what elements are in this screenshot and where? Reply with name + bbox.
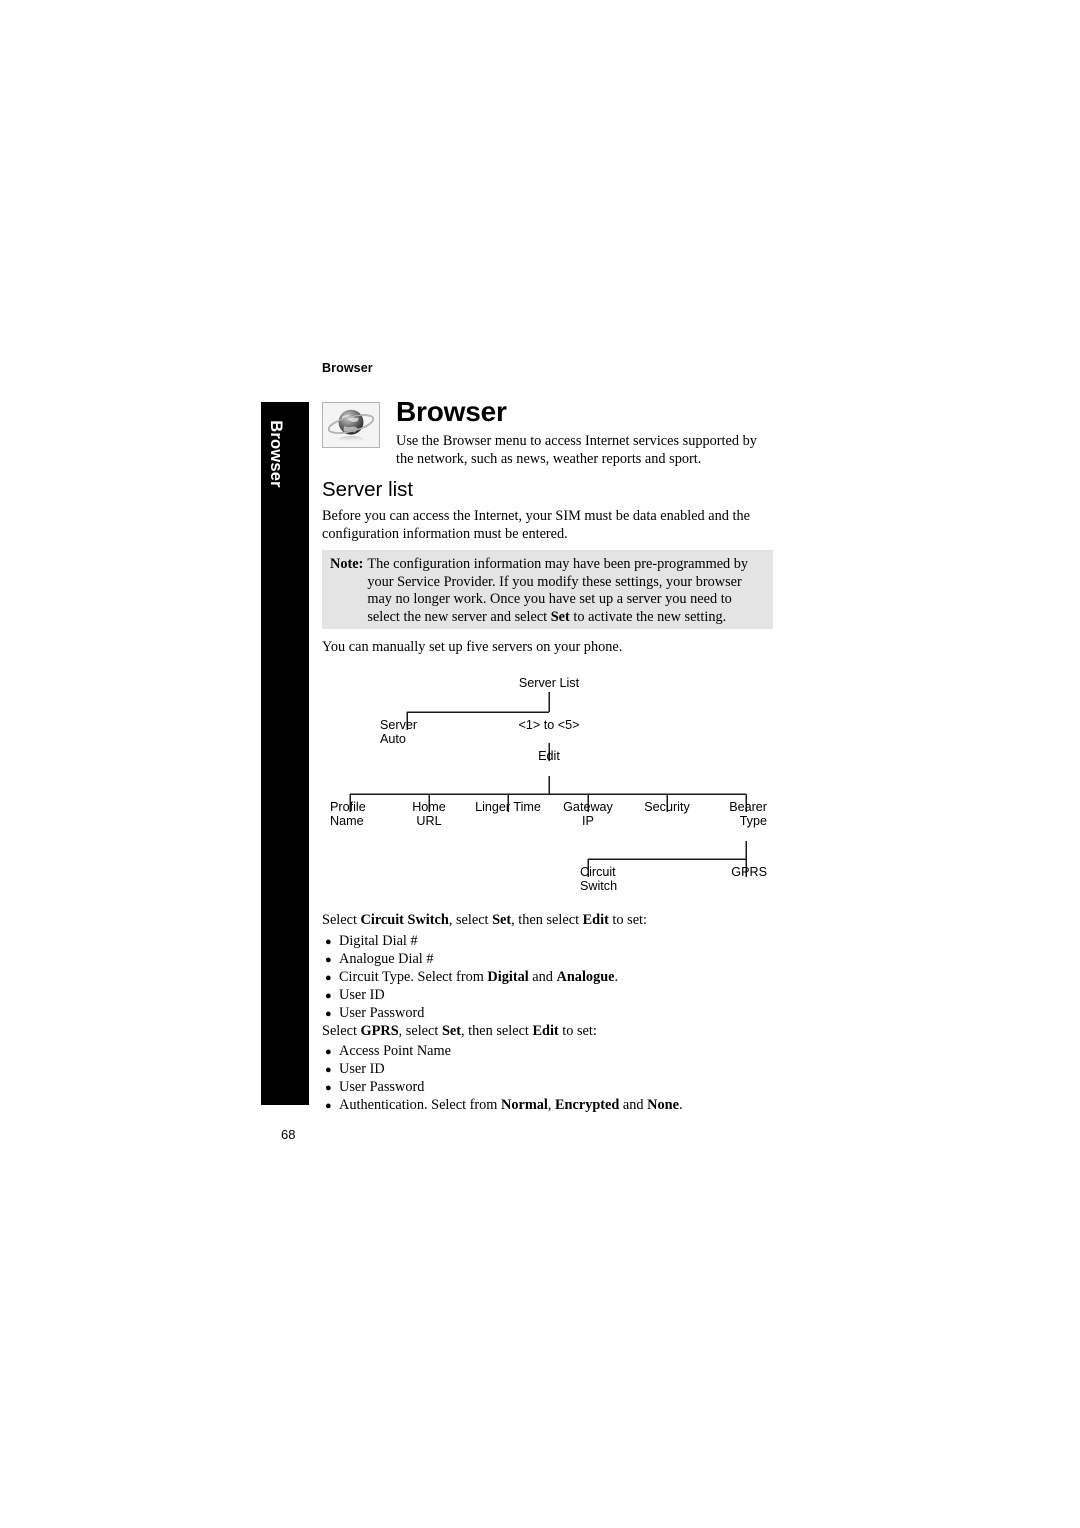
keyword-circuit-switch: Circuit Switch xyxy=(360,912,449,928)
document-page: Browser Browser Browser Use the Browser … xyxy=(0,0,1080,1528)
bullet-icon: ● xyxy=(325,972,332,984)
circuit-switch-lead-line: Select Circuit Switch, select Set, then … xyxy=(322,912,647,928)
tree-node-bearer-type: Bearer Type xyxy=(729,800,767,829)
keyword-normal: Normal xyxy=(501,1097,548,1113)
tree-node-gprs: GPRS xyxy=(731,865,767,879)
bullet-icon: ● xyxy=(325,954,332,966)
gprs-lead-line: Select GPRS, select Set, then select Edi… xyxy=(322,1023,597,1039)
chapter-tab: Browser xyxy=(261,402,309,1105)
list-item: ● Access Point Name xyxy=(325,1043,451,1062)
list-item-label: Digital Dial # xyxy=(339,933,418,949)
list-item-label: User Password xyxy=(339,1079,425,1095)
list-item: ● User Password xyxy=(325,1005,424,1024)
page-number: 68 xyxy=(281,1127,296,1142)
list-item: ● Authentication. Select from Normal, Enc… xyxy=(325,1097,683,1116)
list-item: ● Digital Dial # xyxy=(325,933,418,952)
tree-node-linger-time: Linger Time xyxy=(475,800,541,814)
list-item: ● User ID xyxy=(325,1061,385,1080)
list-item-label: User ID xyxy=(339,1061,385,1077)
keyword-edit-1: Edit xyxy=(582,912,609,928)
tree-node-profile-name: Profile Name xyxy=(330,800,366,829)
tree-node-server-list: Server List xyxy=(518,676,580,690)
tree-node-security: Security xyxy=(644,800,690,814)
bullet-icon: ● xyxy=(325,1046,332,1058)
tree-node-server-auto: Server Auto xyxy=(380,718,418,747)
page-title: Browser xyxy=(396,396,507,427)
tree-node-circuit-switch: Circuit Switch xyxy=(580,865,618,894)
list-item-label: User Password xyxy=(339,1005,425,1021)
manual-setup-paragraph: You can manually set up five servers on … xyxy=(322,639,623,655)
section-heading: Server list xyxy=(322,478,414,501)
list-item-label: Analogue Dial # xyxy=(339,951,434,967)
bullet-icon: ● xyxy=(325,990,332,1002)
globe-orbit-icon xyxy=(322,402,380,448)
chapter-intro-text: Use the Browser menu to access Internet … xyxy=(396,433,757,467)
tree-node-gateway-ip: Gateway IP xyxy=(563,800,613,829)
bullet-icon: ● xyxy=(325,936,332,948)
bullet-icon: ● xyxy=(325,1064,332,1076)
note-body: The configuration information may have b… xyxy=(367,556,765,626)
keyword-edit-2: Edit xyxy=(532,1023,559,1039)
section-intro-paragraph: Before you can access the Internet, your… xyxy=(322,508,750,542)
keyword-none: None xyxy=(647,1097,679,1113)
tree-node-edit: Edit xyxy=(538,749,560,763)
running-header: Browser xyxy=(322,361,373,375)
keyword-analogue: Analogue xyxy=(556,969,615,985)
list-item: ● Analogue Dial # xyxy=(325,951,434,970)
keyword-set-2: Set xyxy=(441,1023,461,1039)
list-item-label: Access Point Name xyxy=(339,1043,451,1059)
note-box: Note: The configuration information may … xyxy=(322,550,773,629)
keyword-gprs: GPRS xyxy=(360,1023,399,1039)
keyword-encrypted: Encrypted xyxy=(555,1097,620,1113)
note-label: Note: xyxy=(330,556,364,572)
list-item: ● User Password xyxy=(325,1079,424,1098)
list-item-label: User ID xyxy=(339,987,385,1003)
list-item: ● User ID xyxy=(325,987,385,1006)
chapter-tab-label: Browser xyxy=(267,420,285,488)
note-set-keyword: Set xyxy=(550,608,570,625)
list-item: ● Circuit Type. Select from Digital and A… xyxy=(325,969,618,988)
note-line-2-post: to activate the new setting. xyxy=(569,608,727,625)
menu-hierarchy-diagram: Server List Server Auto <1> to <5> Edit … xyxy=(322,668,774,900)
tree-node-home-url: Home URL xyxy=(412,800,446,829)
bullet-icon: ● xyxy=(325,1100,332,1112)
keyword-digital: Digital xyxy=(487,969,529,985)
tree-node-one-to-five: <1> to <5> xyxy=(518,718,580,732)
bullet-icon: ● xyxy=(325,1082,332,1094)
bullet-icon: ● xyxy=(325,1008,332,1020)
keyword-set-1: Set xyxy=(492,912,512,928)
